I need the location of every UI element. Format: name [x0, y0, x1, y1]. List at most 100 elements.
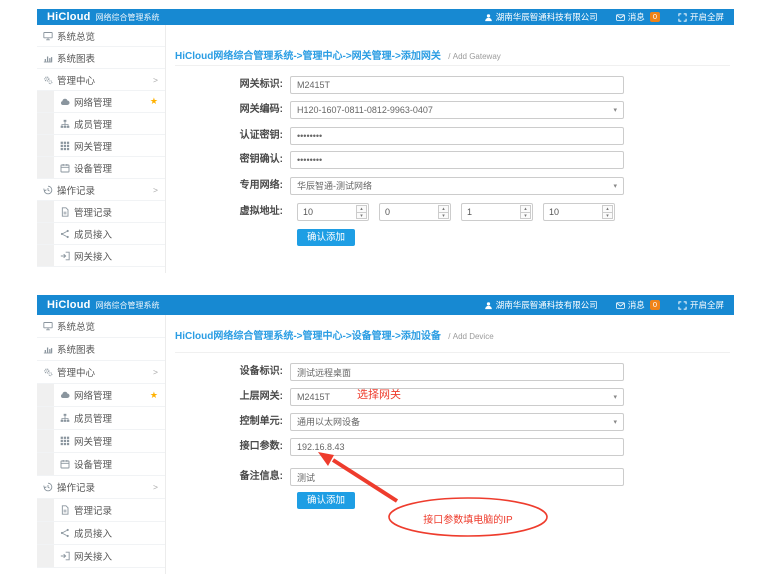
sidebar-item-system-overview[interactable]: 系统总览: [37, 25, 165, 47]
account-menu[interactable]: 湖南华辰智通科技有限公司: [484, 11, 598, 23]
confirm-add-button[interactable]: 确认添加: [297, 229, 355, 246]
sidebar-item-device-management[interactable]: 设备管理: [37, 453, 165, 476]
sidebar-item-label: 成员接入: [74, 227, 112, 241]
favorite-star-icon: ★: [150, 96, 158, 107]
breadcrumb-path: HiCloud网络综合管理系统->管理中心->设备管理->添加设备: [175, 331, 441, 342]
sidebar-item-label: 操作记录: [57, 183, 95, 197]
spinner-down-button[interactable]: ▾: [439, 213, 448, 219]
chevron-right-icon: >: [153, 75, 158, 85]
remark-field[interactable]: [290, 468, 624, 486]
sidebar-item-network-management[interactable]: 网络管理 ★: [37, 91, 165, 113]
virtual-address-octet-4-field[interactable]: [544, 204, 601, 220]
sitemap-icon: [60, 119, 70, 129]
chevron-right-icon: >: [153, 367, 158, 377]
messages-count-badge: 0: [650, 300, 660, 310]
fullscreen-toggle[interactable]: 开启全屏: [678, 11, 724, 23]
virtual-address-octet-2-field[interactable]: [380, 204, 437, 220]
sidebar-item-label: 系统总览: [57, 29, 95, 43]
sidebar-item-label: 网关接入: [74, 249, 112, 263]
share-icon: [60, 528, 70, 538]
bar-chart-icon: [43, 344, 53, 354]
history-icon: [43, 482, 53, 492]
sidebar-item-system-charts[interactable]: 系统图表: [37, 338, 165, 361]
virtual-address-octet-1-field[interactable]: [298, 204, 355, 220]
sidebar-menu: 系统总览 系统图表 管理中心 > 网络管理 ★ 成员管理 网关管理 设备管理: [37, 315, 166, 574]
sidebar-item-member-access[interactable]: 成员接入: [37, 223, 165, 245]
sidebar-item-management-center[interactable]: 管理中心 >: [37, 361, 165, 384]
brand-name: HiCloud: [47, 299, 91, 311]
sidebar-item-label: 系统总览: [57, 319, 95, 333]
sidebar-item-member-management[interactable]: 成员管理: [37, 113, 165, 135]
auth-key-field[interactable]: [290, 127, 624, 145]
virtual-address-octet-3: ▴▾: [461, 203, 533, 221]
cloud-icon: [60, 390, 70, 400]
sidebar-item-label: 成员管理: [74, 411, 112, 425]
sidebar-item-gateway-management[interactable]: 网关管理: [37, 135, 165, 157]
private-network-select[interactable]: 华辰智通-测试网络 ▾: [290, 177, 624, 195]
form-divider: [175, 352, 730, 353]
sidebar-item-system-overview[interactable]: 系统总览: [37, 315, 165, 338]
account-menu[interactable]: 湖南华辰智通科技有限公司: [484, 299, 598, 311]
interface-param-field[interactable]: [290, 438, 624, 456]
sidebar-item-management-log[interactable]: 管理记录: [37, 201, 165, 223]
remark-label: 备注信息:: [177, 468, 283, 486]
brand-logo[interactable]: HiCloud 网络综合管理系统: [47, 11, 160, 23]
sidebar-item-system-charts[interactable]: 系统图表: [37, 47, 165, 69]
breadcrumb: HiCloud网络综合管理系统->管理中心->设备管理->添加设备 / Add …: [175, 326, 494, 344]
interface-param-label: 接口参数:: [177, 438, 283, 456]
device-id-field[interactable]: [290, 363, 624, 381]
confirm-add-button[interactable]: 确认添加: [297, 492, 355, 509]
sidebar-item-operation-log[interactable]: 操作记录 >: [37, 179, 165, 201]
parent-gateway-label: 上层网关:: [177, 388, 283, 406]
brand-logo[interactable]: HiCloud 网络综合管理系统: [47, 299, 160, 311]
company-name: 湖南华辰智通科技有限公司: [496, 11, 598, 23]
sidebar-item-management-log[interactable]: 管理记录: [37, 499, 165, 522]
breadcrumb-note: / Add Device: [448, 332, 493, 341]
gateway-id-field[interactable]: [290, 76, 624, 94]
sidebar-item-gateway-access[interactable]: 网关接入: [37, 245, 165, 267]
sidebar-item-label: 成员管理: [74, 117, 112, 131]
spinner-up-button[interactable]: ▴: [439, 206, 448, 213]
sidebar-item-network-management[interactable]: 网络管理 ★: [37, 384, 165, 407]
key-confirm-field[interactable]: [290, 151, 624, 169]
spinner-down-button[interactable]: ▾: [357, 213, 366, 219]
spinner-up-button[interactable]: ▴: [357, 206, 366, 213]
key-confirm-label: 密钥确认:: [177, 151, 283, 169]
sidebar-item-gateway-management[interactable]: 网关管理: [37, 430, 165, 453]
sidebar-item-member-access[interactable]: 成员接入: [37, 522, 165, 545]
spinner-buttons: ▴▾: [356, 205, 367, 219]
chevron-right-icon: >: [153, 185, 158, 195]
sidebar-item-gateway-access[interactable]: 网关接入: [37, 545, 165, 568]
virtual-address-label: 虚拟地址:: [177, 203, 283, 221]
spinner-up-button[interactable]: ▴: [603, 206, 612, 213]
sidebar-item-label: 网关接入: [74, 549, 112, 563]
sidebar-item-label: 系统图表: [57, 342, 95, 356]
spinner-down-button[interactable]: ▾: [521, 213, 530, 219]
grid-icon: [60, 436, 70, 446]
virtual-address-octet-3-field[interactable]: [462, 204, 519, 220]
fullscreen-toggle[interactable]: 开启全屏: [678, 299, 724, 311]
sidebar-item-management-center[interactable]: 管理中心 >: [37, 69, 165, 91]
virtual-address-octet-4: ▴▾: [543, 203, 615, 221]
messages-menu[interactable]: 消息 0: [616, 299, 660, 311]
parent-gateway-select[interactable]: M2415T ▾: [290, 388, 624, 406]
sign-in-icon: [60, 551, 70, 561]
virtual-address-octet-1: ▴▾: [297, 203, 369, 221]
sidebar-item-label: 管理记录: [74, 503, 112, 517]
company-name: 湖南华辰智通科技有限公司: [496, 299, 598, 311]
spinner-buttons: ▴▾: [438, 205, 449, 219]
sidebar-item-device-management[interactable]: 设备管理: [37, 157, 165, 179]
sidebar-item-member-management[interactable]: 成员管理: [37, 407, 165, 430]
control-unit-select[interactable]: 通用以太网设备 ▾: [290, 413, 624, 431]
breadcrumb-note: / Add Gateway: [448, 52, 500, 61]
sidebar-item-label: 管理中心: [57, 73, 95, 87]
desktop-icon: [43, 321, 53, 331]
sidebar-item-operation-log[interactable]: 操作记录 >: [37, 476, 165, 499]
gateway-code-select[interactable]: H120-1607-0811-0812-9963-0407 ▾: [290, 101, 624, 119]
spinner-up-button[interactable]: ▴: [521, 206, 530, 213]
chevron-right-icon: >: [153, 482, 158, 492]
calendar-icon: [60, 459, 70, 469]
messages-menu[interactable]: 消息 0: [616, 11, 660, 23]
caret-down-icon: ▾: [613, 389, 617, 406]
spinner-down-button[interactable]: ▾: [603, 213, 612, 219]
